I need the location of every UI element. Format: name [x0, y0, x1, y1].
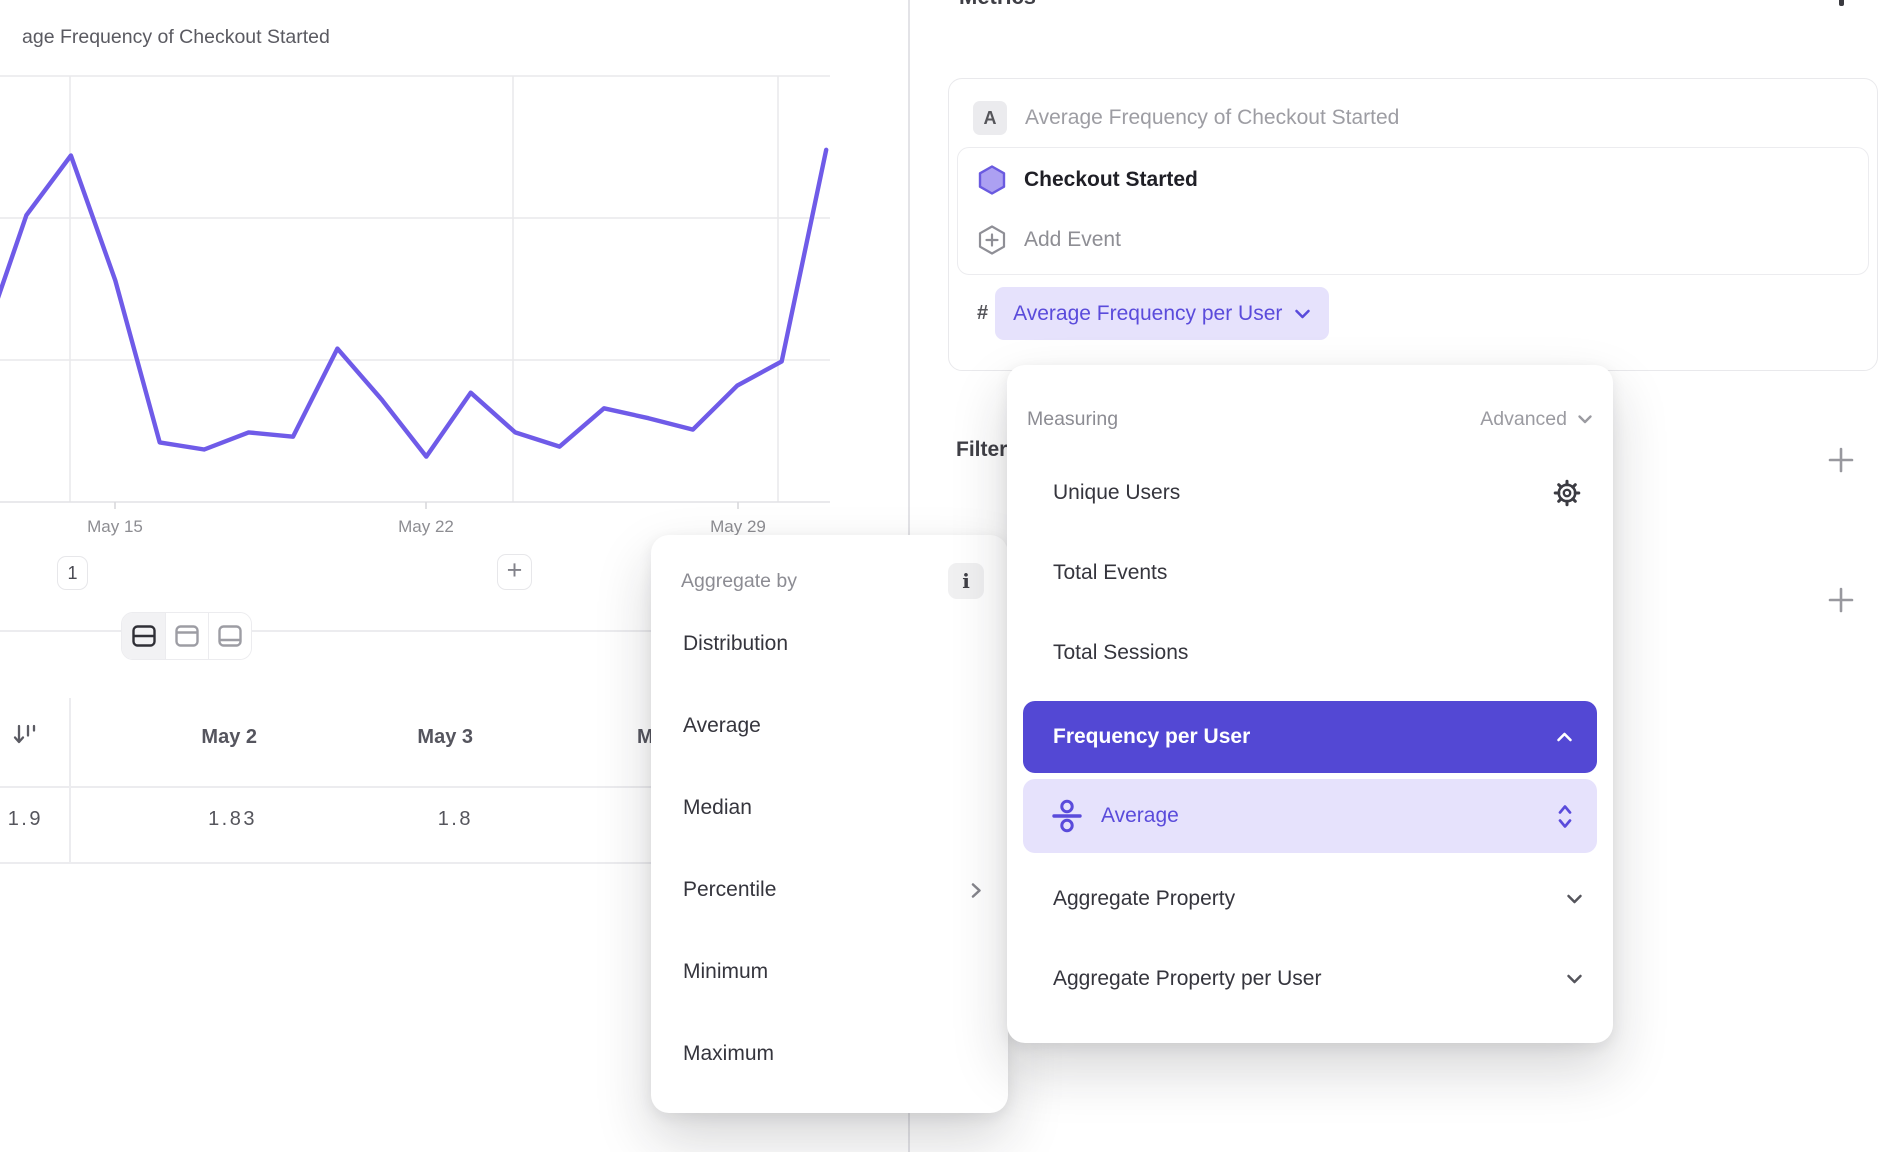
table-cell: 1.9 — [0, 808, 43, 831]
menu-item-label: Minimum — [683, 960, 768, 984]
layout-split-button[interactable] — [122, 613, 165, 659]
metric-name: Average Frequency of Checkout Started — [1025, 106, 1399, 130]
menu-item-label: Maximum — [683, 1042, 774, 1066]
selected-item-label: Frequency per User — [1053, 725, 1250, 749]
average-divide-icon — [1049, 798, 1085, 834]
aggregate-by-title: Aggregate by — [681, 570, 797, 593]
filter-section-title: Filter — [956, 438, 1007, 462]
menu-item-frequency-per-user[interactable]: Frequency per User — [1023, 701, 1597, 773]
measuring-title: Measuring — [1027, 408, 1118, 431]
menu-item-label: Total Events — [1053, 561, 1167, 585]
chevron-right-icon — [970, 882, 982, 899]
menu-subitem-average[interactable]: Average — [1023, 779, 1597, 853]
menu-item-aggregate-property[interactable]: Aggregate Property — [1023, 859, 1597, 939]
chevron-up-icon — [1556, 731, 1573, 743]
add-breakdown-button[interactable] — [1825, 584, 1857, 616]
chevron-down-icon — [1566, 973, 1583, 985]
sort-descending-icon[interactable] — [12, 722, 40, 753]
aggregation-row: # Average Frequency per User — [957, 275, 1869, 340]
event-hexagon-icon — [976, 164, 1008, 196]
menu-item-percentile[interactable]: Percentile — [651, 849, 1008, 931]
menu-item-total-events[interactable]: Total Events — [1023, 533, 1597, 613]
layout-toggle-group — [121, 612, 252, 660]
x-tick-label: May 22 — [381, 517, 471, 537]
layout-bottom-button[interactable] — [208, 613, 251, 659]
event-card: Checkout Started Add Event — [957, 147, 1869, 275]
add-filter-button[interactable] — [1825, 444, 1857, 476]
numeric-hash-icon: # — [977, 302, 988, 325]
x-tick-label: May 15 — [70, 517, 160, 537]
menu-item-label: Percentile — [683, 878, 776, 902]
add-chart-button[interactable]: + — [497, 554, 532, 590]
advanced-toggle[interactable]: Advanced — [1480, 408, 1593, 431]
table-cell: 1.8 — [289, 808, 473, 831]
partial-icon-top-right — [1839, 0, 1844, 6]
menu-item-maximum[interactable]: Maximum — [651, 1013, 1008, 1095]
menu-item-label: Aggregate Property per User — [1053, 967, 1321, 991]
menu-item-aggregate-property-per-user[interactable]: Aggregate Property per User — [1023, 939, 1597, 1019]
add-event-hexagon-icon — [976, 224, 1008, 256]
menu-item-distribution[interactable]: Distribution — [651, 603, 1008, 685]
aggregation-pill-label: Average Frequency per User — [1013, 302, 1282, 326]
menu-item-median[interactable]: Median — [651, 767, 1008, 849]
metrics-section-title: Metrics — [959, 0, 1036, 10]
event-name: Checkout Started — [1024, 168, 1198, 192]
menu-item-minimum[interactable]: Minimum — [651, 931, 1008, 1013]
insights-screen: age Frequency of Checkout Started May 15… — [0, 0, 1898, 1152]
menu-subitem-label: Average — [1101, 804, 1179, 828]
layout-top-button[interactable] — [165, 613, 208, 659]
metric-letter-badge: A — [973, 101, 1007, 135]
plus-icon — [1826, 445, 1856, 475]
add-event-row[interactable]: Add Event — [958, 212, 1868, 274]
event-row[interactable]: Checkout Started — [958, 148, 1868, 212]
advanced-label: Advanced — [1480, 408, 1567, 431]
menu-item-total-sessions[interactable]: Total Sessions — [1023, 613, 1597, 693]
table-header-cell[interactable]: May 2 — [69, 726, 257, 749]
split-bottom-icon — [216, 623, 244, 649]
aggregate-by-menu: Aggregate by i Distribution Average Medi… — [651, 535, 1008, 1113]
menu-item-label: Average — [683, 714, 761, 738]
menu-item-label: Unique Users — [1053, 481, 1180, 505]
menu-item-unique-users[interactable]: Unique Users — [1023, 453, 1597, 533]
gear-icon[interactable] — [1551, 477, 1583, 509]
menu-item-label: Distribution — [683, 632, 788, 656]
menu-item-label: Aggregate Property — [1053, 887, 1235, 911]
x-tick-label: May 29 — [693, 517, 783, 537]
menu-item-label: Median — [683, 796, 752, 820]
table-cell: 1.83 — [69, 808, 257, 831]
split-top-icon — [173, 623, 201, 649]
metric-card: A Average Frequency of Checkout Started … — [948, 78, 1878, 371]
menu-item-label: Total Sessions — [1053, 641, 1188, 665]
trend-chart — [0, 0, 830, 512]
aggregation-pill[interactable]: Average Frequency per User — [995, 287, 1329, 340]
trend-line — [0, 150, 826, 457]
depth-chip[interactable]: 1 — [57, 556, 88, 590]
table-header-cell[interactable]: May 3 — [289, 726, 473, 749]
metric-name-row[interactable]: A Average Frequency of Checkout Started — [957, 87, 1869, 147]
up-down-chevrons-icon — [1557, 803, 1573, 830]
menu-item-average[interactable]: Average — [651, 685, 1008, 767]
split-middle-icon — [130, 623, 158, 649]
chevron-down-icon — [1566, 893, 1583, 905]
plus-icon — [1826, 585, 1856, 615]
measuring-menu: Measuring Advanced Unique Users — [1007, 365, 1613, 1043]
add-event-label: Add Event — [1024, 228, 1121, 252]
chevron-down-icon — [1294, 308, 1311, 320]
info-icon[interactable]: i — [948, 563, 984, 599]
chevron-down-icon — [1577, 414, 1593, 425]
table-column-border — [69, 698, 71, 862]
